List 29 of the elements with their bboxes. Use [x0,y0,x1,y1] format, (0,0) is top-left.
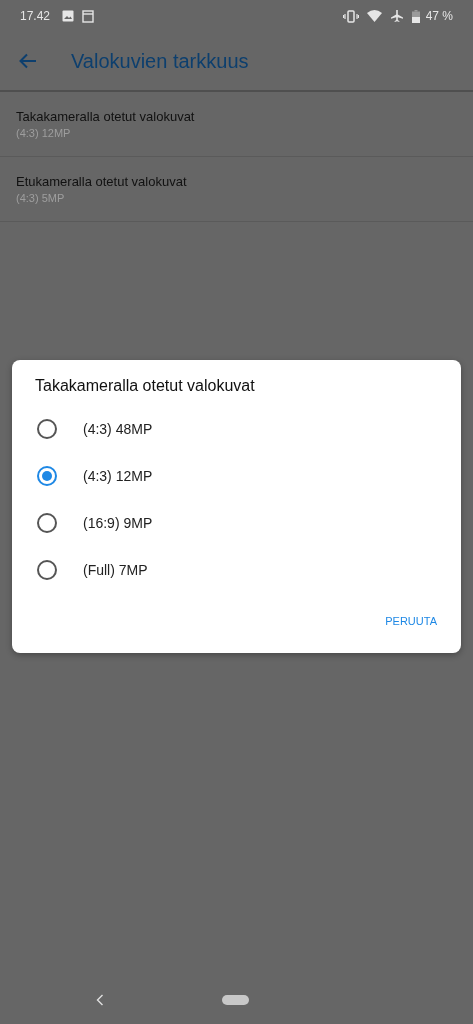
setting-summary: (4:3) 12MP [16,127,72,139]
vibrate-icon [342,9,359,23]
setting-summary: (4:3) 5MP [16,192,66,204]
page-title: Valokuvien tarkkuus [71,49,249,73]
radio-option[interactable]: (4:3) 48MP [12,405,461,452]
radio-button[interactable] [37,418,57,439]
radio-option[interactable]: (16:9) 9MP [12,499,461,546]
folder-icon [82,9,95,23]
home-button[interactable] [222,995,249,1005]
radio-button[interactable] [37,559,57,580]
airplane-icon [389,9,404,23]
radio-button[interactable] [37,465,57,486]
status-time: 17.42 [20,9,51,23]
radio-option[interactable]: (Full) 7MP [12,546,461,593]
setting-title: Etukameralla otetut valokuvat [16,174,188,189]
battery-icon [411,9,420,23]
option-label: (4:3) 48MP [83,420,153,437]
radio-option[interactable]: (4:3) 12MP [12,452,461,499]
back-icon[interactable] [19,53,37,69]
wifi-icon [366,10,382,22]
image-icon [62,10,75,22]
option-label: (Full) 7MP [83,561,148,578]
option-label: (16:9) 9MP [83,514,153,531]
dialog-title: Takakameralla otetut valokuvat [35,377,255,395]
setting-title: Takakameralla otetut valokuvat [16,109,196,124]
radio-button[interactable] [37,512,57,533]
option-label: (4:3) 12MP [83,467,153,484]
battery-percent: 47 % [425,9,453,23]
cancel-button[interactable]: PERUUTA [381,609,441,633]
